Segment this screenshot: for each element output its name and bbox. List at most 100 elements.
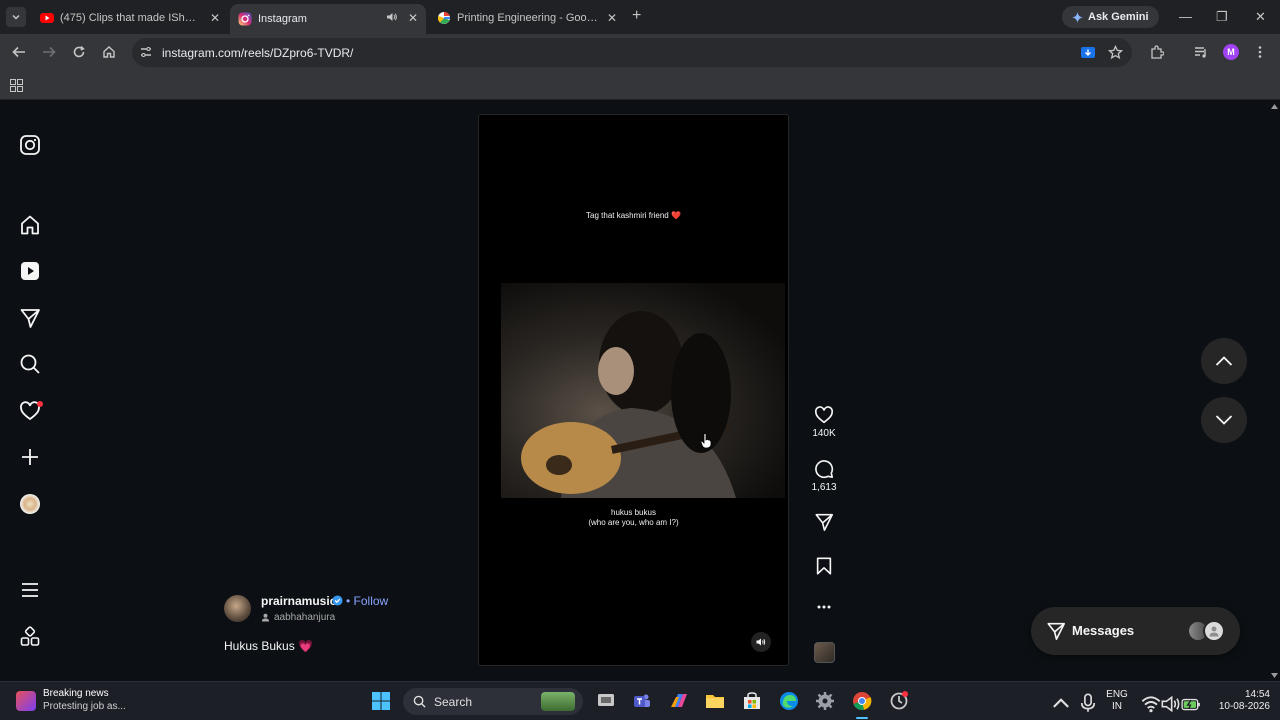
news-icon	[16, 691, 36, 711]
clock-time: 14:54	[1244, 689, 1270, 700]
reload-icon[interactable]	[72, 45, 86, 59]
windows-start-icon[interactable]	[371, 691, 391, 711]
snipping-tool-icon[interactable]	[889, 691, 909, 711]
tab-title: Instagram	[258, 13, 307, 25]
clock[interactable]: 14:54 10-08-2026	[1206, 689, 1270, 713]
search-icon[interactable]	[19, 353, 41, 375]
maximize-icon[interactable]: ❐	[1216, 9, 1228, 25]
ask-gemini-label: Ask Gemini	[1088, 11, 1149, 23]
more-horizontal-icon[interactable]	[814, 600, 834, 614]
like-action[interactable]: 140K	[806, 405, 842, 439]
scroll-down-arrow-icon[interactable]	[1271, 673, 1278, 678]
tab-instagram[interactable]: Instagram ✕	[230, 4, 426, 34]
collaborator-row[interactable]: aabhahanjura	[261, 612, 335, 623]
file-explorer-icon[interactable]	[705, 691, 725, 711]
author-username[interactable]: prairnamusic	[261, 594, 336, 608]
tab-google[interactable]: Printing Engineering - Google Search ✕	[429, 4, 625, 32]
follow-button[interactable]: • Follow	[346, 594, 388, 608]
extensions-icon[interactable]	[1150, 45, 1164, 59]
address-bar[interactable]: instagram.com/reels/DZpro6-TVDR/	[132, 38, 1132, 67]
instagram-logo-icon[interactable]	[19, 134, 41, 156]
minimize-icon[interactable]: —	[1179, 9, 1192, 24]
default-user-icon	[1209, 626, 1219, 637]
speaker-icon[interactable]	[1161, 694, 1181, 714]
like-heart-icon[interactable]	[814, 405, 834, 425]
profile-avatar-button[interactable]: M	[1223, 44, 1239, 60]
audio-playing-icon[interactable]	[386, 11, 398, 23]
profile-avatar[interactable]	[20, 494, 40, 514]
tab-search-button[interactable]	[6, 7, 26, 27]
youtube-icon	[40, 13, 54, 23]
bookmark-icon[interactable]	[814, 556, 834, 576]
page-scrollbar[interactable]	[1268, 101, 1280, 681]
messages-icon[interactable]	[19, 307, 41, 329]
reel-caption-emoji: 💗	[298, 639, 313, 653]
ask-gemini-button[interactable]: Ask Gemini	[1062, 6, 1159, 28]
bookmark-star-icon[interactable]	[1108, 45, 1123, 60]
tab-title: Printing Engineering - Google Search	[457, 12, 602, 24]
install-app-icon[interactable]	[1080, 45, 1096, 61]
reel-caption: Hukus Bukus 💗	[224, 639, 313, 653]
browser-menu-icon[interactable]	[1256, 45, 1264, 59]
more-menu-icon[interactable]	[19, 579, 41, 601]
close-window-icon[interactable]: ✕	[1255, 9, 1266, 25]
edge-icon[interactable]	[779, 691, 799, 711]
wifi-icon[interactable]	[1141, 694, 1161, 714]
scroll-up-arrow-icon[interactable]	[1271, 104, 1278, 109]
news-subtext: Protesting job as...	[43, 701, 126, 712]
home-icon[interactable]	[19, 214, 41, 236]
messages-send-icon	[1047, 622, 1065, 640]
collaborator-name[interactable]: aabhahanjura	[274, 612, 335, 623]
close-tab-icon[interactable]: ✕	[408, 11, 418, 25]
share-icon[interactable]	[814, 512, 834, 532]
home-icon[interactable]	[102, 45, 116, 59]
messages-label: Messages	[1072, 623, 1135, 638]
next-reel-button[interactable]	[1201, 397, 1247, 443]
copilot-icon[interactable]	[669, 691, 689, 711]
reels-icon[interactable]	[19, 260, 41, 282]
task-view-icon[interactable]	[596, 691, 616, 711]
input-language[interactable]: ENG IN	[1104, 689, 1130, 713]
subtitle-line-1: hukus bukus	[611, 508, 656, 517]
volume-icon	[756, 638, 766, 646]
settings-gear-icon[interactable]	[815, 691, 835, 711]
search-icon	[413, 695, 426, 708]
teams-icon[interactable]	[632, 691, 652, 711]
reel-video[interactable]: Tag that kashmiri friend ❤️ hukus bukus …	[478, 114, 789, 666]
forward-icon[interactable]	[42, 45, 56, 59]
apps-grid-icon[interactable]	[10, 79, 23, 92]
close-tab-icon[interactable]: ✕	[210, 11, 220, 25]
taskbar-search[interactable]: Search	[403, 688, 583, 715]
close-tab-icon[interactable]: ✕	[607, 11, 617, 25]
url-text: instagram.com/reels/DZpro6-TVDR/	[162, 46, 354, 60]
share-action[interactable]	[806, 512, 842, 532]
previous-reel-button[interactable]	[1201, 338, 1247, 384]
news-widget[interactable]: Breaking news Protesting job as...	[16, 688, 126, 712]
chevron-up-icon	[1215, 356, 1233, 366]
follow-label[interactable]: Follow	[354, 594, 389, 608]
google-icon	[438, 12, 450, 24]
site-info-icon[interactable]	[139, 45, 153, 59]
mute-button[interactable]	[751, 632, 771, 652]
original-audio-thumbnail[interactable]	[814, 642, 835, 663]
microphone-icon[interactable]	[1078, 693, 1098, 713]
media-controls-icon[interactable]	[1194, 45, 1208, 59]
show-hidden-icons-chevron-icon[interactable]	[1051, 694, 1071, 714]
also-from-meta-icon[interactable]	[19, 626, 41, 648]
comment-icon[interactable]	[814, 459, 834, 479]
battery-charging-icon[interactable]	[1181, 694, 1201, 714]
chrome-icon[interactable]	[852, 691, 872, 711]
create-plus-icon[interactable]	[19, 446, 41, 468]
search-highlight-image	[541, 692, 575, 711]
microsoft-store-icon[interactable]	[742, 691, 762, 711]
comment-action[interactable]: 1,613	[806, 459, 842, 493]
messages-drawer-button[interactable]: Messages	[1031, 607, 1240, 655]
tab-youtube[interactable]: (475) Clips that made IShowSpeed ✕	[32, 4, 228, 32]
new-tab-button[interactable]: +	[632, 8, 641, 24]
more-options-action[interactable]	[806, 600, 842, 614]
save-action[interactable]	[806, 556, 842, 576]
back-icon[interactable]	[12, 45, 26, 59]
author-avatar[interactable]	[224, 595, 251, 622]
chevron-down-icon	[1215, 415, 1233, 425]
conversation-avatar	[1203, 620, 1225, 642]
